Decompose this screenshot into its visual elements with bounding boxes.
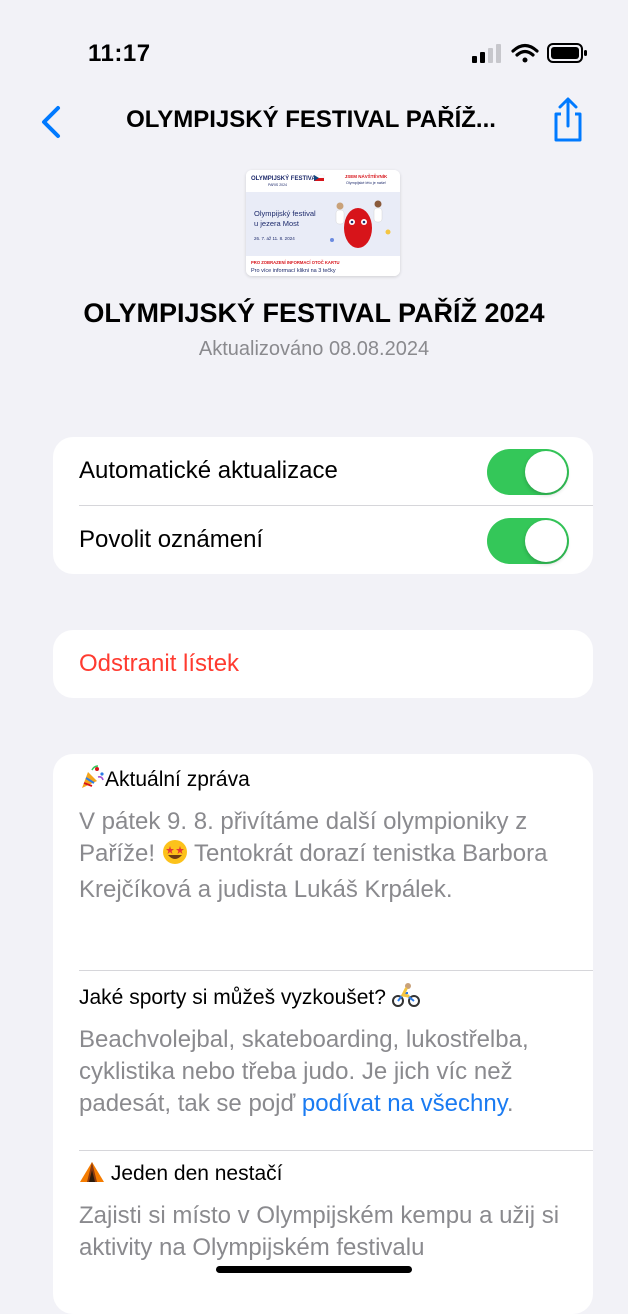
share-button[interactable] <box>548 96 588 144</box>
sports-body: Beachvolejbal, skateboarding, lukostřelb… <box>79 1024 569 1120</box>
cellular-signal-icon <box>472 44 501 63</box>
camp-title: Jeden den nestačí <box>79 1160 569 1192</box>
thumb-dates: 26. 7. až 11. 8. 2024 <box>254 236 295 241</box>
back-button[interactable] <box>36 102 72 142</box>
camp-body: Zajisti si místo v Olympijském kempu a u… <box>79 1202 560 1261</box>
status-icons <box>470 40 590 66</box>
thumb-header-right: JSEM NÁVŠTĚVNÍK <box>345 172 388 179</box>
notifications-switch[interactable] <box>487 518 569 564</box>
remove-pass-label: Odstranit lístek <box>79 650 240 677</box>
news-body: V pátek 9. 8. přivítáme další olympionik… <box>79 806 569 906</box>
switch-knob <box>525 451 567 493</box>
share-icon <box>554 97 582 142</box>
sports-title-text: Jaké sporty si můžeš vyzkoušet? <box>79 986 392 1009</box>
thumb-header-left: OLYMPIJSKÝ FESTIVAL <box>251 175 320 182</box>
chevron-left-icon <box>42 106 60 138</box>
divider <box>79 1150 593 1151</box>
news-title-text: Aktuální zpráva <box>105 768 250 791</box>
auto-update-switch[interactable] <box>487 449 569 495</box>
settings-card: Automatické aktualizace Povolit oznámení <box>53 437 593 574</box>
sports-section: Jaké sporty si můžeš vyzkoušet? Beachvol… <box>79 982 569 1120</box>
thumb-footer-2: Pro více informací klikni na 3 tečky <box>251 268 336 274</box>
czech-flag-icon <box>313 174 325 181</box>
thumb-footer-1: PRO ZOBRAZENÍ INFORMACÍ OTOČ KARTU <box>251 260 340 265</box>
divider <box>79 970 593 971</box>
auto-update-label: Automatické aktualizace <box>79 457 338 484</box>
all-sports-link[interactable]: podívat na všechny <box>302 1090 507 1117</box>
status-bar: 11:17 <box>0 0 628 100</box>
party-popper-icon <box>79 764 105 798</box>
sports-title: Jaké sporty si můžeš vyzkoušet? <box>79 982 569 1016</box>
sports-body-end: . <box>506 1090 514 1117</box>
navigation-bar: OLYMPIJSKÝ FESTIVAL PAŘÍŽ... <box>0 88 628 152</box>
star-struck-icon <box>162 839 188 874</box>
thumb-header-sub: PARIS 2024 <box>268 183 287 187</box>
battery-icon <box>547 43 587 63</box>
news-section: Aktuální zpráva V pátek 9. 8. přivítáme … <box>79 764 569 906</box>
thumb-headline-1: Olympijský festival <box>254 209 316 218</box>
notifications-label: Povolit oznámení <box>79 526 264 553</box>
thumb-headline-2: u jezera Most <box>254 219 300 228</box>
status-time: 11:17 <box>88 40 151 67</box>
auto-update-row: Automatické aktualizace <box>53 437 593 506</box>
camp-title-text: Jeden den nestačí <box>105 1162 283 1185</box>
news-title: Aktuální zpráva <box>79 764 569 798</box>
wifi-icon <box>511 43 539 63</box>
notifications-row: Povolit oznámení <box>53 506 593 574</box>
pass-updated-date: Aktualizováno 08.08.2024 <box>198 338 430 360</box>
cyclist-icon <box>391 982 420 1016</box>
remove-pass-button[interactable]: Odstranit lístek <box>53 630 593 698</box>
nav-title: OLYMPIJSKÝ FESTIVAL PAŘÍŽ... <box>126 106 496 133</box>
home-indicator[interactable] <box>216 1266 412 1273</box>
thumb-header-right-sub: Olympijské léto je naše! <box>346 181 386 185</box>
tent-icon <box>79 1160 105 1192</box>
camp-section: Jeden den nestačí Zajisti si místo v Oly… <box>79 1160 569 1264</box>
switch-knob <box>525 520 567 562</box>
pass-thumbnail[interactable]: OLYMPIJSKÝ FESTIVAL PARIS 2024 JSEM NÁVŠ… <box>246 170 400 276</box>
pass-title: OLYMPIJSKÝ FESTIVAL PAŘÍŽ 2024 <box>83 298 545 328</box>
pass-info-card: Aktuální zpráva V pátek 9. 8. přivítáme … <box>53 754 593 1314</box>
